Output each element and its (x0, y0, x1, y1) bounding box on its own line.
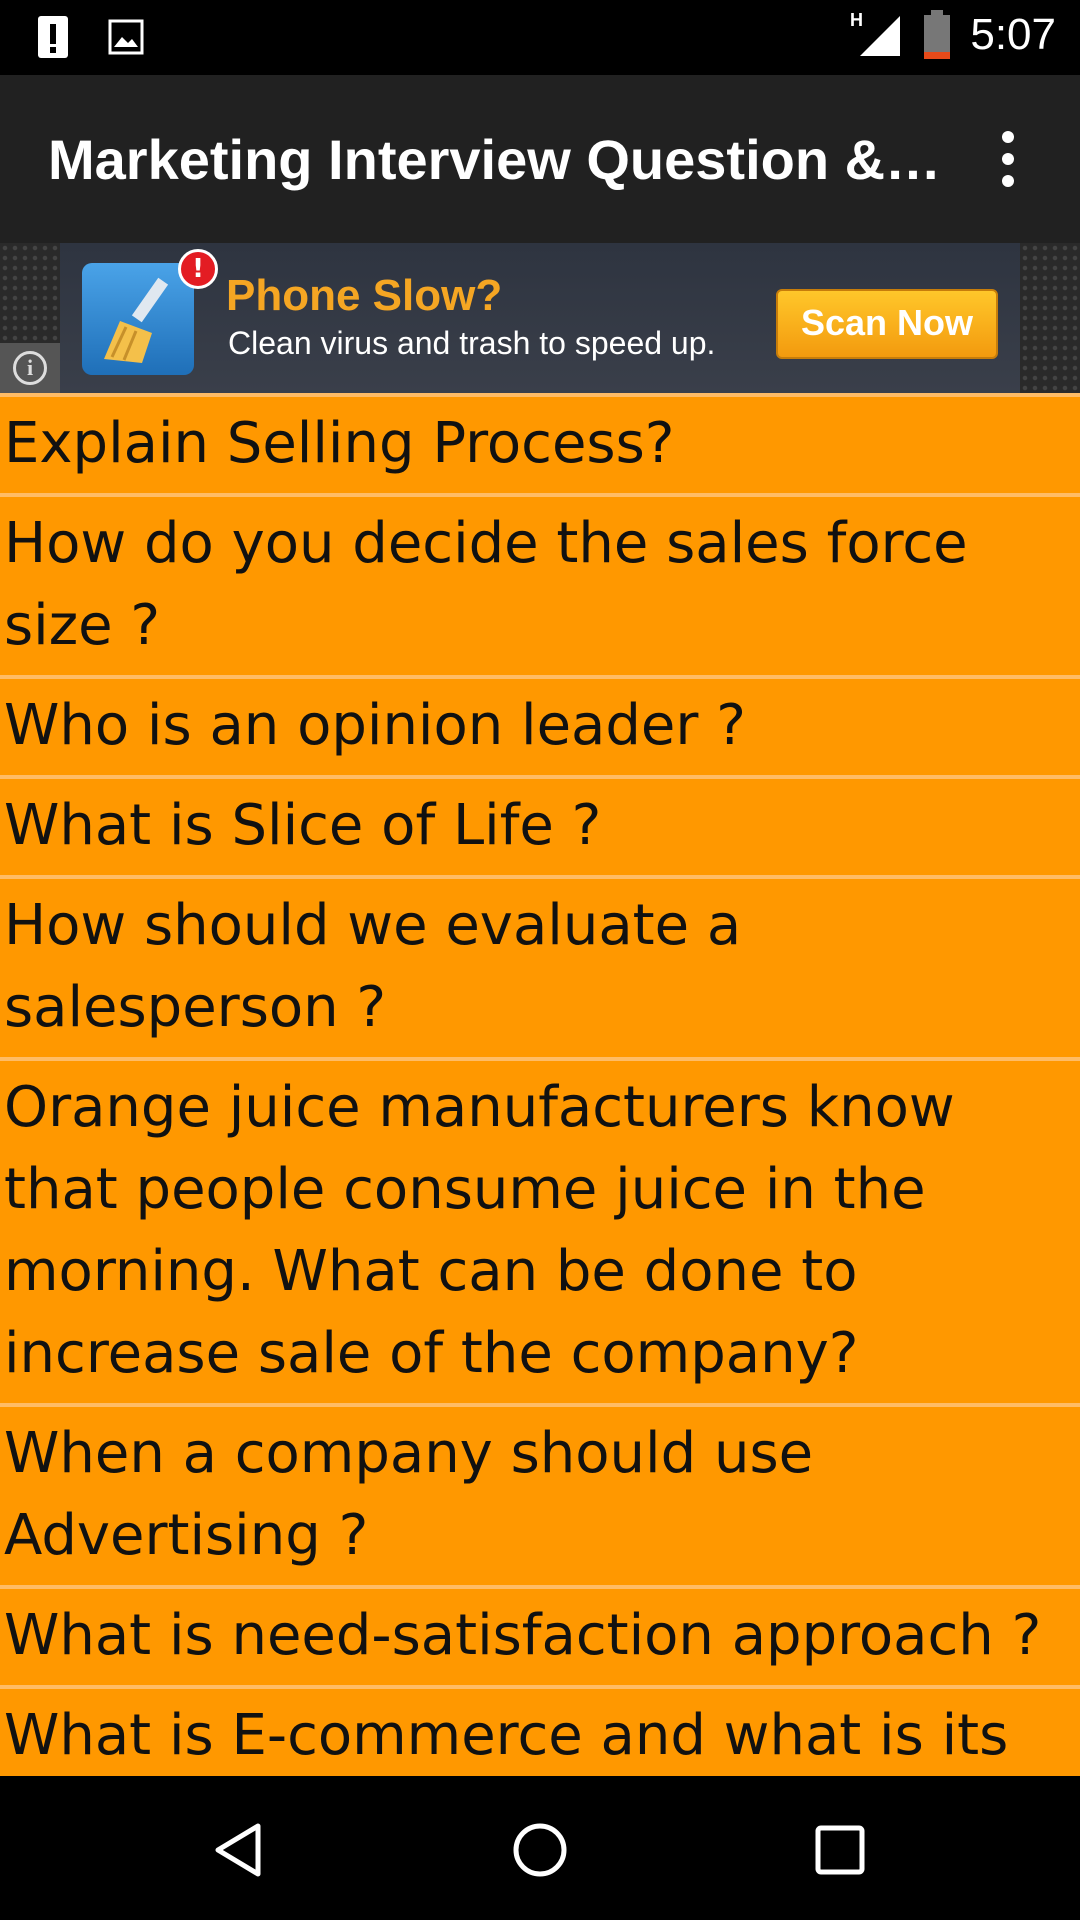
ad-content[interactable]: ! Phone Slow? Clean virus and trash to s… (60, 243, 1020, 393)
ad-info-label: i (13, 351, 47, 385)
page-title: Marketing Interview Question &… (48, 128, 942, 191)
alert-icon (38, 16, 68, 58)
back-icon[interactable] (210, 1820, 270, 1880)
ad-body: Clean virus and trash to speed up. (228, 325, 716, 361)
scan-now-button[interactable]: Scan Now (776, 289, 998, 359)
status-system: H 5:07 (848, 10, 1056, 60)
list-item[interactable]: What is Slice of Life ? (0, 775, 1080, 875)
navigation-bar (0, 1776, 1080, 1920)
ad-info-icon[interactable]: i (0, 343, 60, 393)
list-item[interactable]: Explain Selling Process? (0, 393, 1080, 493)
ad-alert-badge: ! (178, 249, 218, 289)
ad-banner[interactable]: ! Phone Slow? Clean virus and trash to s… (0, 243, 1080, 393)
list-item[interactable]: What is E-commerce and what is its selli… (0, 1685, 1080, 1776)
svg-text:H: H (850, 10, 863, 30)
broom-app-icon (82, 263, 194, 375)
list-item[interactable]: How should we evaluate a salesperson ? (0, 875, 1080, 1057)
list-item[interactable]: Orange juice manufacturers know that peo… (0, 1057, 1080, 1403)
home-icon[interactable] (510, 1820, 570, 1880)
status-bar: H 5:07 (0, 0, 1080, 75)
list-item[interactable]: When a company should use Advertising ? (0, 1403, 1080, 1585)
battery-icon (924, 10, 951, 59)
list-item[interactable]: Who is an opinion leader ? (0, 675, 1080, 775)
status-time: 5:07 (970, 10, 1056, 59)
ad-headline: Phone Slow? (226, 271, 503, 320)
app-bar: Marketing Interview Question &… (0, 75, 1080, 243)
list-item[interactable]: What is need-satisfaction approach ? (0, 1585, 1080, 1685)
status-notifications (36, 14, 144, 60)
recents-icon[interactable] (810, 1820, 870, 1880)
image-notification-icon (108, 19, 144, 55)
more-vert-icon[interactable] (984, 123, 1032, 195)
signal-icon: H (850, 10, 901, 56)
question-list[interactable]: Explain Selling Process? How do you deci… (0, 393, 1080, 1776)
list-item[interactable]: How do you decide the sales force size ? (0, 493, 1080, 675)
